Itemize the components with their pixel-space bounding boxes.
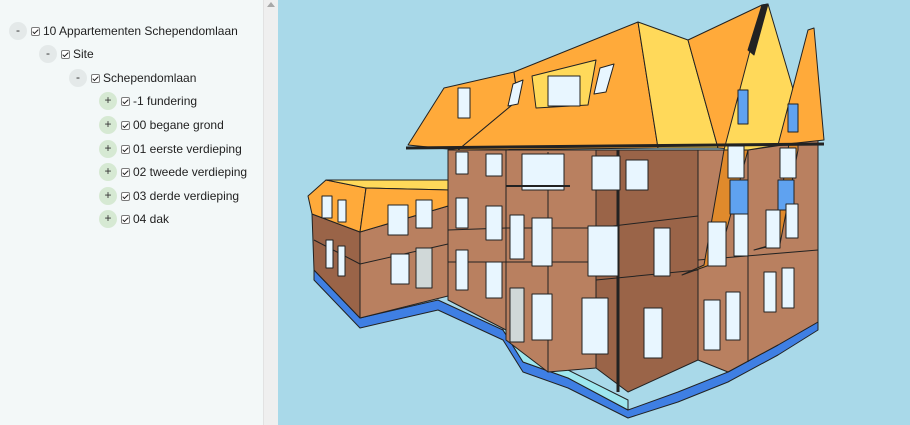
window [485, 153, 503, 177]
window [763, 271, 777, 313]
tree-node-storey[interactable]: + 00 begane grond [99, 115, 224, 135]
window [653, 227, 671, 277]
collapse-toggle[interactable]: - [39, 45, 57, 63]
door [415, 247, 433, 289]
window [781, 267, 795, 309]
tree-node-site[interactable]: - Site [39, 44, 94, 64]
visibility-checkbox[interactable] [61, 49, 70, 59]
expand-toggle[interactable]: + [99, 116, 117, 134]
window [337, 245, 346, 277]
window [455, 197, 469, 229]
tree-node-label[interactable]: -1 fundering [133, 94, 197, 108]
tree-node-storey[interactable]: + -1 fundering [99, 91, 197, 111]
window [531, 293, 553, 341]
tree-node-storey[interactable]: + 03 derde verdieping [99, 186, 239, 206]
tree-node-label[interactable]: 03 derde verdieping [133, 189, 239, 203]
window [785, 203, 799, 239]
scroll-up-arrow-icon[interactable] [267, 2, 275, 7]
window [737, 89, 749, 125]
window [729, 179, 749, 215]
tree-node-building[interactable]: - Schependomlaan [69, 68, 196, 88]
visibility-checkbox[interactable] [121, 120, 130, 130]
tree-scrollbar[interactable] [263, 0, 278, 425]
tree-node-label[interactable]: 01 eerste verdieping [133, 142, 242, 156]
tree-node-label[interactable]: 10 Appartementen Schependomlaan [43, 24, 238, 38]
expand-toggle[interactable]: + [99, 140, 117, 158]
window [733, 213, 749, 257]
expand-toggle[interactable]: + [99, 92, 117, 110]
window [643, 307, 663, 359]
window [531, 217, 553, 267]
tree-node-label[interactable]: 04 dak [133, 212, 169, 226]
window [390, 253, 410, 285]
window [765, 209, 781, 249]
window [455, 151, 469, 175]
window [587, 225, 619, 277]
visibility-checkbox[interactable] [121, 96, 130, 106]
expand-toggle[interactable]: + [99, 210, 117, 228]
visibility-checkbox[interactable] [121, 214, 130, 224]
dormer-window [547, 75, 581, 107]
window [485, 205, 503, 241]
visibility-checkbox[interactable] [121, 167, 130, 177]
window [591, 155, 621, 191]
window [321, 195, 333, 219]
window [415, 199, 433, 229]
tree-node-label[interactable]: Site [73, 47, 94, 61]
visibility-checkbox[interactable] [121, 144, 130, 154]
window [325, 239, 334, 269]
tree-node-label[interactable]: Schependomlaan [103, 71, 196, 85]
visibility-checkbox[interactable] [121, 191, 130, 201]
window [337, 199, 347, 223]
visibility-checkbox[interactable] [31, 26, 40, 36]
window [485, 261, 503, 299]
window [455, 249, 469, 291]
window [509, 214, 525, 260]
window [387, 204, 409, 236]
window [727, 145, 745, 179]
balcony-doors [521, 153, 565, 191]
tree-node-storey[interactable]: + 01 eerste verdieping [99, 139, 242, 159]
tree-node-label[interactable]: 02 tweede verdieping [133, 165, 247, 179]
window [703, 299, 721, 351]
3d-viewport[interactable] [278, 0, 910, 425]
dormer-window [457, 87, 471, 119]
window [725, 291, 741, 341]
window [581, 297, 609, 355]
expand-toggle[interactable]: + [99, 187, 117, 205]
tree-node-label[interactable]: 00 begane grond [133, 118, 224, 132]
window [787, 103, 799, 133]
tree-node-storey[interactable]: + 04 dak [99, 209, 169, 229]
door [509, 287, 525, 343]
tree-node-project[interactable]: - 10 Appartementen Schependomlaan [9, 21, 238, 41]
window [625, 159, 649, 191]
collapse-toggle[interactable]: - [9, 22, 27, 40]
tree-panel: - 10 Appartementen Schependomlaan - Site… [0, 0, 264, 425]
window [779, 147, 797, 179]
window [707, 221, 727, 267]
collapse-toggle[interactable]: - [69, 69, 87, 87]
tree-node-storey[interactable]: + 02 tweede verdieping [99, 162, 247, 182]
building-model[interactable] [278, 0, 910, 425]
visibility-checkbox[interactable] [91, 73, 100, 83]
expand-toggle[interactable]: + [99, 163, 117, 181]
